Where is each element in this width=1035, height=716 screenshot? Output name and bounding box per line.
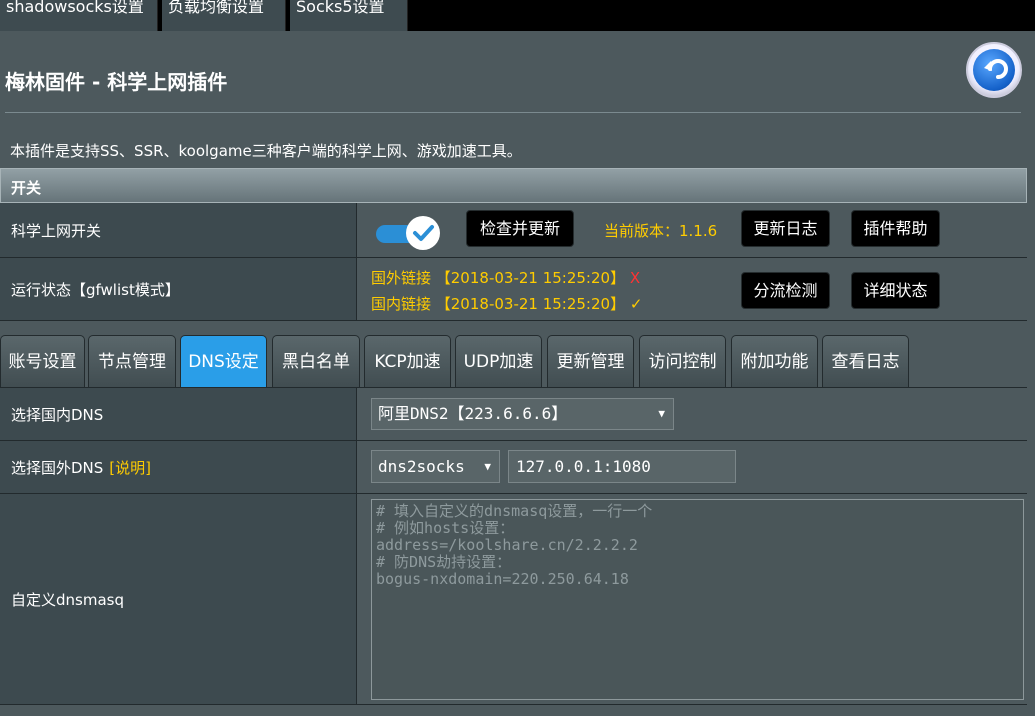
tab-label: Socks5设置: [296, 0, 385, 16]
tab-label: 负载均衡设置: [168, 0, 265, 16]
foreign-dns-server-input[interactable]: [508, 450, 736, 483]
page-title: 梅林固件 - 科学上网插件: [5, 70, 228, 94]
tab-load-balance[interactable]: 负载均衡设置: [162, 0, 286, 31]
tab-update[interactable]: 更新管理: [547, 335, 634, 387]
tab-shadowsocks[interactable]: shadowsocks设置: [0, 0, 158, 31]
domestic-dns-row: 选择国内DNS 阿里DNS2【223.6.6.6】 ▼: [0, 387, 1027, 441]
foreign-dns-row: 选择国外DNS [说明] dns2socks ▼: [0, 441, 1027, 494]
tab-dns[interactable]: DNS设定: [180, 335, 267, 387]
tab-log[interactable]: 查看日志: [822, 335, 909, 387]
foreign-dns-mode-select[interactable]: dns2socks ▼: [371, 450, 500, 483]
success-icon: ✓: [629, 295, 643, 313]
tab-kcp[interactable]: KCP加速: [364, 335, 451, 387]
dropdown-arrow-icon: ▼: [484, 460, 491, 473]
switch-row: 科学上网开关 检查并更新 当前版本：1.1.6 更新日志 插件帮助: [0, 203, 1027, 258]
top-tab-bar: shadowsocks设置 负载均衡设置 Socks5设置: [0, 0, 1035, 31]
status-label: 运行状态【gfwlist模式】: [0, 258, 357, 320]
domestic-dns-select[interactable]: 阿里DNS2【223.6.6.6】 ▼: [371, 398, 674, 430]
foreign-status-text: 国外链接 【2018-03-21 15:25:20】: [371, 269, 626, 287]
switch-label: 科学上网开关: [0, 203, 357, 257]
tab-account[interactable]: 账号设置: [0, 335, 85, 387]
domestic-dns-label: 选择国内DNS: [0, 388, 357, 440]
header-divider: [5, 112, 1021, 113]
back-arrow-icon: [973, 49, 1015, 91]
tab-nodes[interactable]: 节点管理: [88, 335, 176, 387]
explain-link[interactable]: [说明]: [109, 457, 151, 478]
dnsmasq-row: 自定义dnsmasq: [0, 494, 1027, 705]
tab-blackwhite-list[interactable]: 黑白名单: [272, 335, 360, 387]
foreign-dns-label: 选择国外DNS [说明]: [0, 441, 357, 493]
foreign-dns-label-text: 选择国外DNS: [11, 458, 104, 477]
changelog-button[interactable]: 更新日志: [741, 210, 830, 247]
domestic-dns-value: 阿里DNS2【223.6.6.6】: [378, 404, 568, 423]
status-row: 运行状态【gfwlist模式】 国外链接 【2018-03-21 15:25:2…: [0, 258, 1027, 321]
tab-udp[interactable]: UDP加速: [455, 335, 542, 387]
split-check-button[interactable]: 分流检测: [741, 272, 830, 309]
foreign-status: 国外链接 【2018-03-21 15:25:20】 X: [371, 267, 640, 288]
back-button[interactable]: [966, 42, 1022, 98]
plugin-description: 本插件是支持SS、SSR、koolgame三种客户端的科学上网、游戏加速工具。: [10, 142, 522, 160]
tab-label: shadowsocks设置: [6, 0, 144, 16]
dnsmasq-textarea[interactable]: [371, 499, 1024, 700]
dropdown-arrow-icon: ▼: [658, 407, 665, 420]
check-icon: [406, 216, 440, 250]
dnsmasq-label: 自定义dnsmasq: [0, 494, 357, 704]
version-text: 当前版本：1.1.6: [604, 222, 718, 240]
tab-extra[interactable]: 附加功能: [731, 335, 818, 387]
domestic-status-text: 国内链接 【2018-03-21 15:25:20】: [371, 295, 626, 313]
proxy-toggle-switch[interactable]: [376, 215, 442, 251]
plugin-help-button[interactable]: 插件帮助: [851, 210, 940, 247]
domestic-status: 国内链接 【2018-03-21 15:25:20】 ✓: [371, 293, 642, 314]
tab-socks5[interactable]: Socks5设置: [290, 0, 408, 31]
section-header-switch: 开关: [0, 168, 1027, 203]
detail-status-button[interactable]: 详细状态: [851, 272, 940, 309]
fail-icon: X: [629, 269, 641, 287]
foreign-dns-mode-value: dns2socks: [378, 457, 465, 476]
settings-tab-bar: 账号设置 节点管理 DNS设定 黑白名单 KCP加速 UDP加速 更新管理 访问…: [0, 335, 1035, 387]
check-update-button[interactable]: 检查并更新: [466, 210, 574, 247]
tab-access-control[interactable]: 访问控制: [639, 335, 726, 387]
